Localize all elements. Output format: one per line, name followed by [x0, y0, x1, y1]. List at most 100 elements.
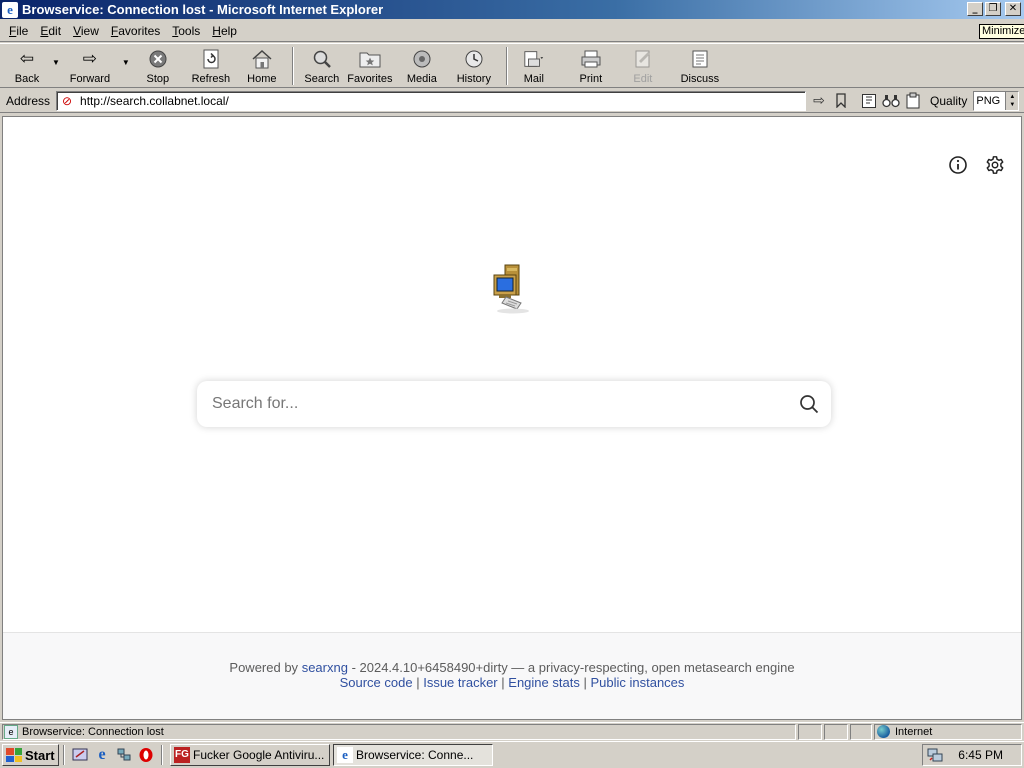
- forward-dropdown-icon[interactable]: ▼: [122, 58, 130, 67]
- menu-file[interactable]: File: [3, 24, 34, 38]
- home-button[interactable]: Home: [238, 44, 286, 88]
- status-text-panel: e Browservice: Connection lost: [2, 723, 796, 740]
- media-icon: [411, 48, 433, 70]
- searxng-link[interactable]: searxng: [302, 660, 348, 675]
- engine-stats-link[interactable]: Engine stats: [508, 675, 580, 690]
- searxng-computer-logo-icon: [491, 263, 535, 315]
- back-dropdown-icon[interactable]: ▼: [52, 58, 60, 67]
- broken-page-icon: ⊘: [62, 93, 73, 108]
- show-desktop-icon[interactable]: [70, 745, 90, 765]
- search-toolbar-button[interactable]: Search: [300, 44, 344, 88]
- refresh-button[interactable]: Refresh: [184, 44, 238, 88]
- print-button[interactable]: Print: [562, 44, 620, 88]
- quality-value: PNG: [976, 94, 1001, 107]
- address-label: Address: [6, 93, 51, 108]
- book-icon[interactable]: [860, 92, 878, 110]
- favorites-folder-icon: [359, 48, 381, 70]
- menu-tools[interactable]: Tools: [166, 24, 206, 38]
- quality-spinner[interactable]: ▲ ▼: [1005, 91, 1019, 110]
- opera-quicklaunch-icon[interactable]: [136, 745, 156, 765]
- back-label: Back: [14, 73, 40, 85]
- home-icon: [251, 48, 273, 70]
- clipboard-icon[interactable]: [904, 92, 922, 110]
- menu-edit[interactable]: Edit: [34, 24, 67, 38]
- zone-text: Internet: [895, 725, 933, 738]
- binoculars-icon[interactable]: [882, 92, 900, 110]
- minimize-button[interactable]: _: [967, 2, 983, 16]
- edit-label: Edit: [633, 73, 653, 85]
- quality-select[interactable]: PNG ▲ ▼: [973, 90, 1020, 111]
- mail-button[interactable]: Mail: [514, 44, 554, 88]
- home-label: Home: [247, 73, 277, 85]
- start-button[interactable]: Start: [2, 744, 59, 766]
- network-quicklaunch-icon[interactable]: [114, 745, 134, 765]
- standard-toolbar: ⇦ Back ▼ ⇨ Forward ▼ Stop Refresh Home S…: [0, 43, 1024, 88]
- menu-favorites[interactable]: Favorites: [105, 24, 166, 38]
- footer-links: Source code | Issue tracker | Engine sta…: [3, 675, 1021, 690]
- footer-separator: |: [501, 675, 505, 690]
- search-label: Search: [304, 73, 340, 85]
- printer-icon: [580, 48, 602, 70]
- quality-label: Quality: [930, 93, 968, 108]
- task-label: Browservice: Conne...: [356, 748, 474, 762]
- address-url[interactable]: http://search.collabnet.local/: [80, 94, 229, 108]
- forward-button[interactable]: ⇨ Forward: [60, 44, 120, 88]
- refresh-icon: [200, 48, 222, 70]
- favorites-button[interactable]: Favorites: [344, 44, 396, 88]
- taskbar-item-antivirus[interactable]: FG Fucker Google Antiviru...: [170, 744, 330, 766]
- discuss-label: Discuss: [680, 73, 720, 85]
- window-controls: _ ❐ ✕: [967, 2, 1021, 16]
- menu-view[interactable]: View: [67, 24, 105, 38]
- spin-up-icon[interactable]: ▲: [1009, 93, 1015, 101]
- footer-line-powered: Powered by searxng - 2024.4.10+6458490+d…: [3, 660, 1021, 675]
- taskbar-separator: [63, 745, 65, 765]
- window-title: Browservice: Connection lost - Microsoft…: [22, 2, 384, 17]
- restore-button[interactable]: ❐: [985, 2, 1001, 16]
- search-submit-icon[interactable]: [799, 394, 819, 414]
- gear-icon[interactable]: [985, 155, 1005, 175]
- app-window-icon: FG: [174, 747, 190, 763]
- address-field[interactable]: ⊘ http://search.collabnet.local/: [56, 90, 807, 111]
- back-arrow-icon: ⇦: [19, 49, 35, 68]
- spin-down-icon[interactable]: ▼: [1009, 101, 1015, 109]
- toolbar-separator: [291, 47, 294, 85]
- back-button[interactable]: ⇦ Back: [4, 44, 50, 88]
- history-button[interactable]: History: [448, 44, 500, 88]
- info-icon[interactable]: [948, 155, 968, 175]
- edit-button[interactable]: Edit: [620, 44, 666, 88]
- close-button[interactable]: ✕: [1005, 2, 1021, 16]
- search-globe-icon: [311, 48, 333, 70]
- menu-bar: File Edit View Favorites Tools Help: [0, 20, 1024, 42]
- taskbar-item-browservice[interactable]: e Browservice: Conne...: [333, 744, 493, 766]
- taskbar-separator: [161, 745, 163, 765]
- clock[interactable]: 6:45 PM: [958, 748, 1003, 762]
- address-bar: Address ⊘ http://search.collabnet.local/…: [0, 89, 1024, 113]
- favorites-label: Favorites: [347, 73, 393, 85]
- media-button[interactable]: Media: [396, 44, 448, 88]
- stop-button[interactable]: Stop: [134, 44, 182, 88]
- search-input[interactable]: [212, 395, 772, 413]
- footer-separator: |: [416, 675, 420, 690]
- source-code-link[interactable]: Source code: [340, 675, 413, 690]
- page-viewport: Powered by searxng - 2024.4.10+6458490+d…: [2, 116, 1022, 720]
- issue-tracker-link[interactable]: Issue tracker: [423, 675, 497, 690]
- history-label: History: [456, 73, 491, 85]
- title-bar: e Browservice: Connection lost - Microso…: [0, 0, 1024, 19]
- public-instances-link[interactable]: Public instances: [590, 675, 684, 690]
- security-zone-panel: Internet: [874, 723, 1022, 740]
- search-box: [197, 381, 831, 427]
- mail-label: Mail: [523, 73, 544, 85]
- media-label: Media: [406, 73, 437, 85]
- task-label: Fucker Google Antiviru...: [193, 748, 325, 762]
- discuss-button[interactable]: Discuss: [672, 44, 728, 88]
- bookmark-icon[interactable]: [832, 92, 850, 110]
- page-footer: Powered by searxng - 2024.4.10+6458490+d…: [3, 632, 1021, 719]
- toolbar-separator: [505, 47, 508, 85]
- network-tray-icon[interactable]: [927, 747, 943, 763]
- ie-quicklaunch-icon[interactable]: e: [92, 745, 112, 765]
- system-tray: 6:45 PM: [922, 744, 1022, 766]
- history-clock-icon: [463, 48, 485, 70]
- go-arrow-icon[interactable]: ⇨: [810, 92, 828, 110]
- menu-help[interactable]: Help: [206, 24, 243, 38]
- forward-arrow-icon: ⇨: [82, 49, 98, 68]
